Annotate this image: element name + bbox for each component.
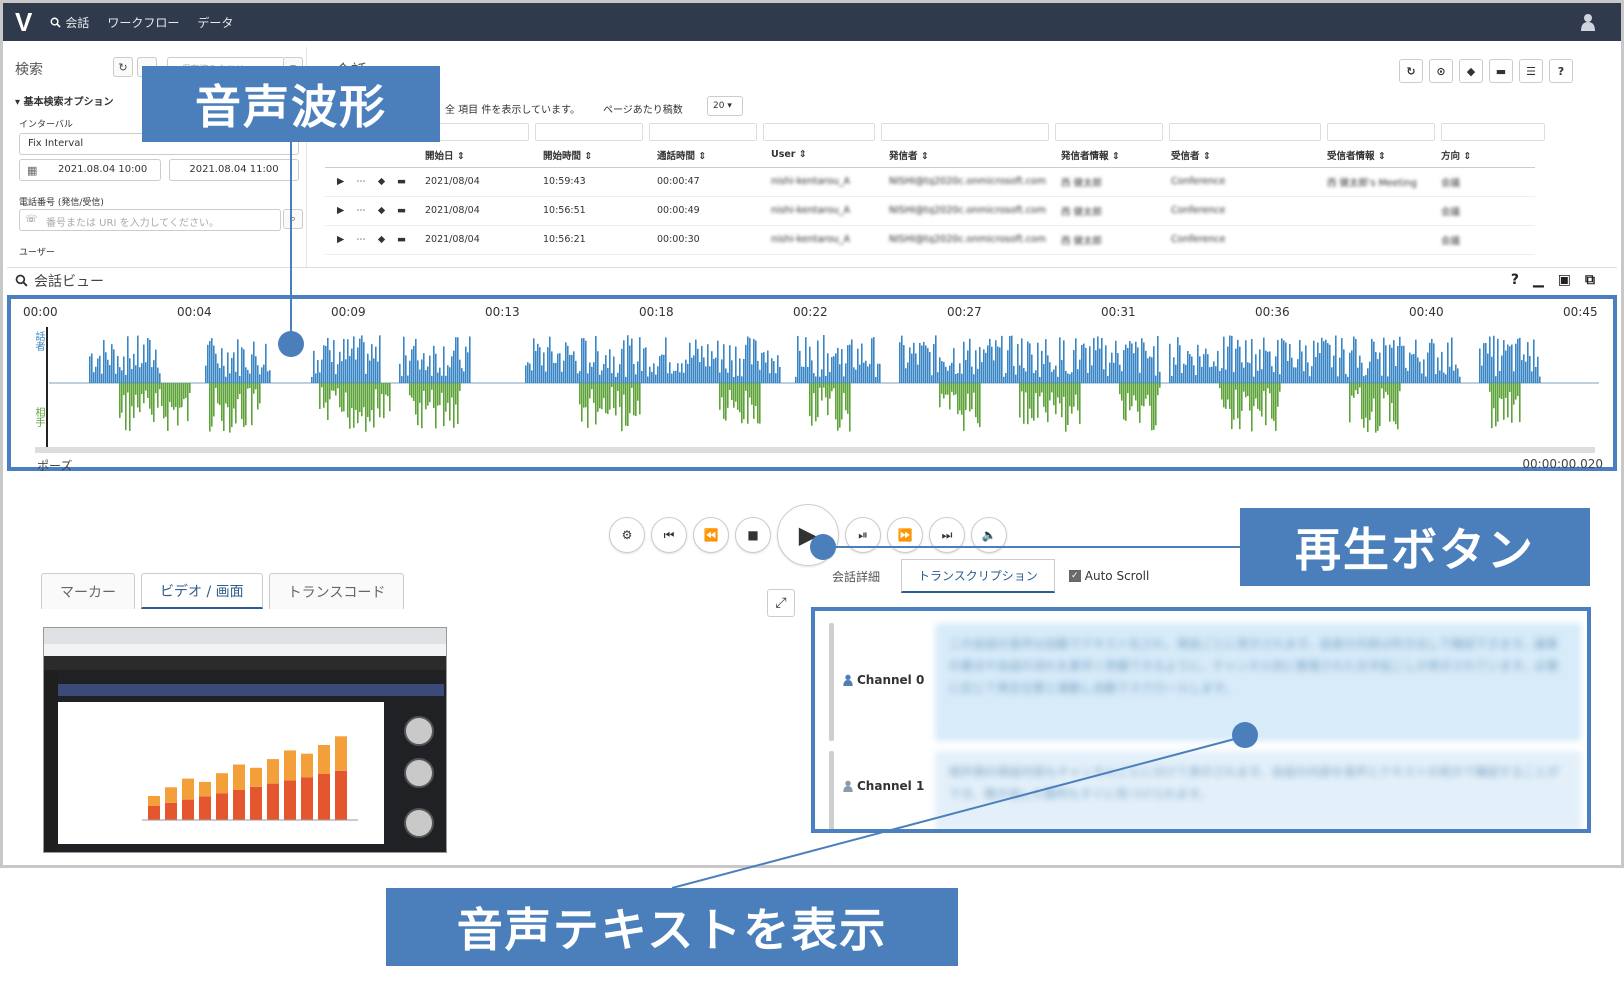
annotation-lines: [290, 142, 1247, 889]
annotation-dot: [810, 534, 836, 560]
annotation-dot: [1232, 722, 1258, 748]
annotation-dot: [278, 331, 304, 357]
callout-play-button: 再生ボタン: [1240, 508, 1590, 586]
callout-transcript: 音声テキストを表示: [386, 888, 958, 966]
callout-waveform: 音声波形: [142, 66, 440, 142]
